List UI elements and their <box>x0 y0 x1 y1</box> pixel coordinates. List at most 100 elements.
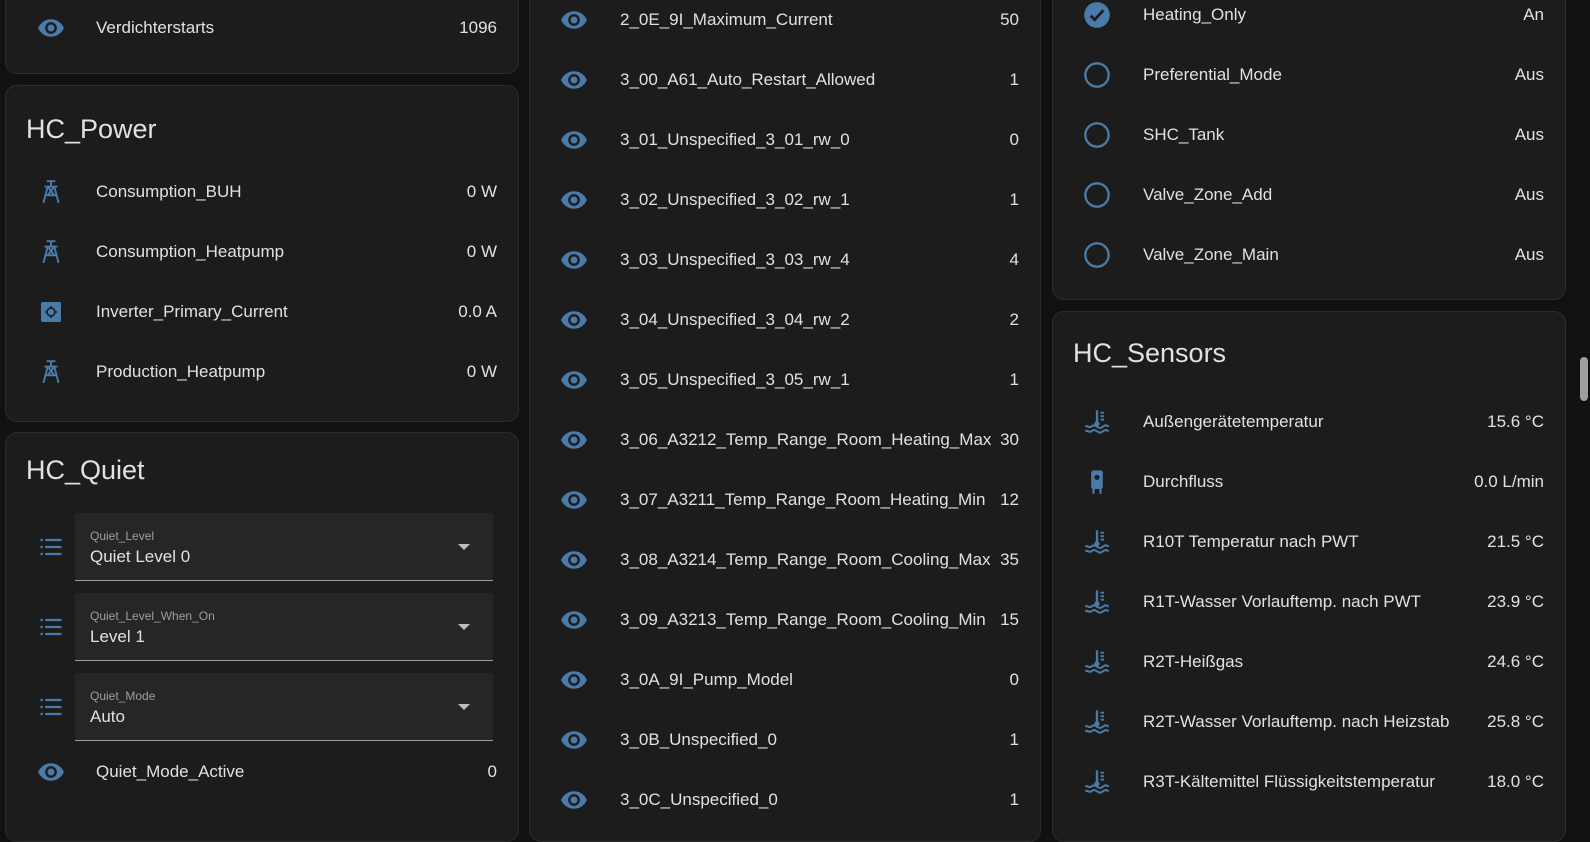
select-value: Level 1 <box>90 627 145 646</box>
chevron-down-icon <box>458 544 470 550</box>
thermometer-water-icon <box>1083 708 1111 736</box>
eye-icon <box>560 606 588 634</box>
entity-row[interactable]: Heating_Only An <box>1053 0 1565 35</box>
entity-row[interactable]: 3_0B_Unspecified_0 1 <box>530 720 1040 760</box>
card-parameters: 2_0E_9I_Maximum_Current 50 3_00_A61_Auto_… <box>529 0 1041 842</box>
eye-icon <box>560 546 588 574</box>
entity-value: 2 <box>1009 310 1019 329</box>
entity-label: Inverter_Primary_Current <box>96 302 288 321</box>
entity-row[interactable]: 3_01_Unspecified_3_01_rw_0 0 <box>530 120 1040 160</box>
card-hc-sensors: HC_Sensors Außengerätetemperatur 15.6 °C … <box>1052 311 1566 842</box>
eye-icon <box>560 726 588 754</box>
entity-value: 0 W <box>466 182 497 201</box>
select-value: Auto <box>90 707 125 726</box>
entity-value: 18.0 °C <box>1487 772 1544 791</box>
entity-value: 0 W <box>466 242 497 261</box>
entity-value: 1096 <box>459 18 497 37</box>
entity-value: 0 <box>1009 670 1019 689</box>
thermometer-water-icon <box>1083 768 1111 796</box>
entity-row[interactable]: Außengerätetemperatur 15.6 °C <box>1053 402 1565 442</box>
entity-label: Durchfluss <box>1143 472 1224 491</box>
entity-label: 3_01_Unspecified_3_01_rw_0 <box>620 130 850 149</box>
card-hc-power: HC_Power Consumption_BUH 0 W Consumption… <box>5 85 519 422</box>
entity-value: 1 <box>1009 370 1019 389</box>
entity-label: R2T-Wasser Vorlauftemp. nach Heizstab <box>1143 712 1450 731</box>
eye-icon <box>37 758 65 786</box>
entity-value: 0 <box>1009 130 1019 149</box>
entity-row[interactable]: R10T Temperatur nach PWT 21.5 °C <box>1053 522 1565 562</box>
checkbox-marked-circle-icon <box>1083 1 1111 29</box>
entity-row[interactable]: R3T-Kältemittel Flüssigkeitstemperatur 18… <box>1053 762 1565 802</box>
select-label: Quiet_Level_When_On <box>90 609 215 623</box>
thermometer-water-icon <box>1083 408 1111 436</box>
checkbox-blank-circle-outline-icon <box>1083 121 1111 149</box>
water-pump-icon <box>1083 468 1111 496</box>
entity-label: 3_0A_9I_Pump_Model <box>620 670 793 689</box>
entity-row[interactable]: Consumption_Heatpump 0 W <box>6 232 518 272</box>
entity-row[interactable]: Preferential_Mode Aus <box>1053 55 1565 95</box>
eye-icon <box>560 306 588 334</box>
entity-row[interactable]: Valve_Zone_Main Aus <box>1053 235 1565 275</box>
entity-row[interactable]: 3_0C_Unspecified_0 1 <box>530 780 1040 820</box>
entity-row[interactable]: 3_0A_9I_Pump_Model 0 <box>530 660 1040 700</box>
thermometer-water-icon <box>1083 648 1111 676</box>
entity-row[interactable]: Quiet_Mode_Active 0 <box>6 752 518 792</box>
entity-row[interactable]: Production_Heatpump 0 W <box>6 352 518 392</box>
select-quiet-mode[interactable]: Quiet_Mode Auto <box>75 673 493 741</box>
entity-row[interactable]: 3_04_Unspecified_3_04_rw_2 2 <box>530 300 1040 340</box>
entity-value: Aus <box>1514 245 1544 264</box>
entity-row[interactable]: R2T-Wasser Vorlauftemp. nach Heizstab 25.… <box>1053 702 1565 742</box>
entity-value: 0 W <box>466 362 497 381</box>
entity-label: SHC_Tank <box>1143 125 1225 144</box>
entity-value: 1 <box>1009 790 1019 809</box>
entity-row[interactable]: 3_05_Unspecified_3_05_rw_1 1 <box>530 360 1040 400</box>
entity-row[interactable]: 3_06_A3212_Temp_Range_Room_Heating_Max 30 <box>530 420 1040 460</box>
entity-row[interactable]: 3_07_A3211_Temp_Range_Room_Heating_Min 12 <box>530 480 1040 520</box>
entity-label: 3_04_Unspecified_3_04_rw_2 <box>620 310 850 329</box>
card-title: HC_Quiet <box>26 455 145 485</box>
entity-row[interactable]: 3_03_Unspecified_3_03_rw_4 4 <box>530 240 1040 280</box>
entity-label: Valve_Zone_Main <box>1143 245 1279 264</box>
entity-row[interactable]: Inverter_Primary_Current 0.0 A <box>6 292 518 332</box>
entity-row[interactable]: 3_00_A61_Auto_Restart_Allowed 1 <box>530 60 1040 100</box>
entity-value: 1 <box>1009 190 1019 209</box>
eye-icon <box>560 186 588 214</box>
entity-row[interactable]: Verdichterstarts 1096 <box>6 8 518 48</box>
select-label: Quiet_Level <box>90 529 155 543</box>
entity-row[interactable]: R2T-Heißgas 24.6 °C <box>1053 642 1565 682</box>
eye-icon <box>560 6 588 34</box>
entity-label: Heating_Only <box>1143 5 1247 24</box>
entity-row[interactable]: Consumption_BUH 0 W <box>6 172 518 212</box>
entity-row[interactable]: 2_0E_9I_Maximum_Current 50 <box>530 0 1040 40</box>
select-quiet-level[interactable]: Quiet_Level Quiet Level 0 <box>75 513 493 581</box>
entity-row[interactable]: 3_02_Unspecified_3_02_rw_1 1 <box>530 180 1040 220</box>
entity-row[interactable]: Durchfluss 0.0 L/min <box>1053 462 1565 502</box>
entity-value: 15.6 °C <box>1487 412 1544 431</box>
eye-icon <box>560 426 588 454</box>
entity-value: 0.0 L/min <box>1474 472 1544 491</box>
entity-label: 3_00_A61_Auto_Restart_Allowed <box>620 70 876 89</box>
entity-label: 3_0C_Unspecified_0 <box>620 790 778 809</box>
entity-label: Consumption_BUH <box>96 182 242 201</box>
entity-label: Valve_Zone_Add <box>1143 185 1273 204</box>
entity-label: 3_09_A3213_Temp_Range_Room_Cooling_Min <box>620 610 986 629</box>
scrollbar-thumb[interactable] <box>1580 357 1588 401</box>
entity-value: 24.6 °C <box>1487 652 1544 671</box>
select-quiet-level-when-on[interactable]: Quiet_Level_When_On Level 1 <box>75 593 493 661</box>
entity-row[interactable]: R1T-Wasser Vorlauftemp. nach PWT 23.9 °C <box>1053 582 1565 622</box>
entity-label: 3_0B_Unspecified_0 <box>620 730 777 749</box>
entity-label: 3_06_A3212_Temp_Range_Room_Heating_Max <box>620 430 992 449</box>
entity-row[interactable]: 3_08_A3214_Temp_Range_Room_Cooling_Max 35 <box>530 540 1040 580</box>
entity-value: 0.0 A <box>458 302 497 321</box>
eye-icon <box>37 14 65 42</box>
entity-label: R2T-Heißgas <box>1143 652 1244 671</box>
checkbox-blank-circle-outline-icon <box>1083 61 1111 89</box>
entity-row[interactable]: Valve_Zone_Add Aus <box>1053 175 1565 215</box>
entity-row[interactable]: 3_09_A3213_Temp_Range_Room_Cooling_Min 15 <box>530 600 1040 640</box>
checkbox-blank-circle-outline-icon <box>1083 181 1111 209</box>
entity-value: 35 <box>1000 550 1019 569</box>
entity-label: 3_05_Unspecified_3_05_rw_1 <box>620 370 850 389</box>
entity-value: Aus <box>1514 185 1544 204</box>
entity-row[interactable]: SHC_Tank Aus <box>1053 115 1565 155</box>
entity-label: R1T-Wasser Vorlauftemp. nach PWT <box>1143 592 1422 611</box>
